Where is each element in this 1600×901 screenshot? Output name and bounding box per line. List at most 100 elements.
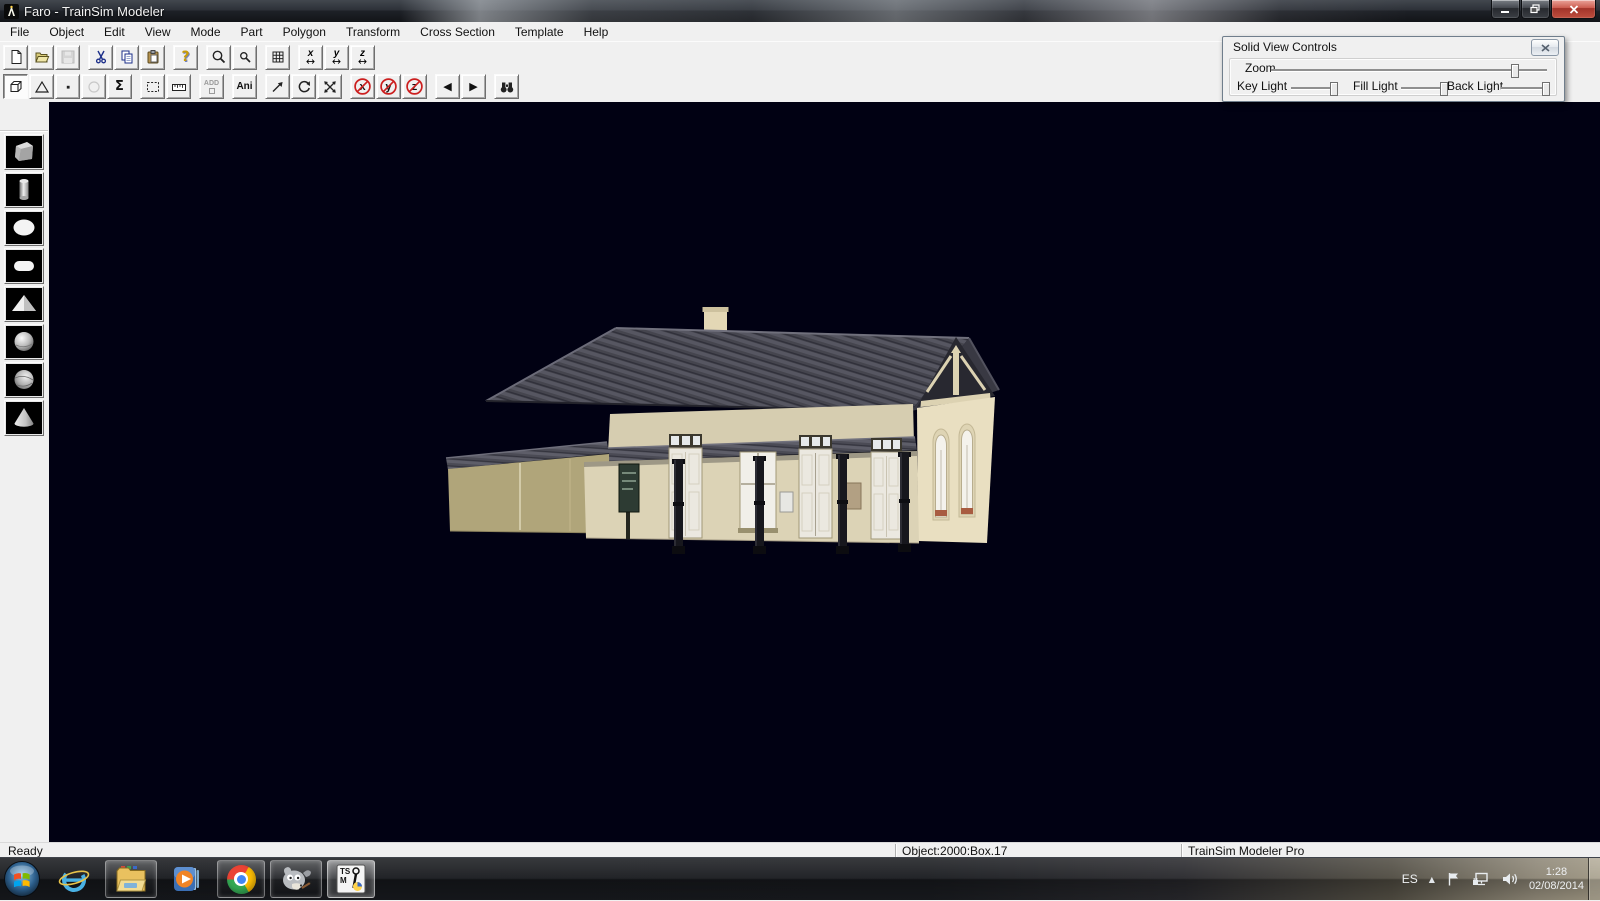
lock-z-button[interactable]: z xyxy=(402,74,427,99)
move-arrow-icon xyxy=(270,79,286,95)
move-tool-button[interactable] xyxy=(265,74,290,99)
lock-y-button[interactable]: y xyxy=(376,74,401,99)
sidebar-tool-ellipsoid[interactable] xyxy=(4,210,44,246)
svg-text:TS: TS xyxy=(340,867,351,876)
show-desktop-button[interactable] xyxy=(1588,858,1600,900)
primitive-toolbar xyxy=(0,102,50,842)
axis-z-button[interactable]: z ↔ xyxy=(350,45,375,70)
paste-button[interactable] xyxy=(140,45,165,70)
zoom-in-button[interactable] xyxy=(206,45,231,70)
sidebar-header xyxy=(0,102,48,131)
cut-icon xyxy=(93,49,109,65)
panel-close-button[interactable] xyxy=(1531,39,1559,56)
menu-mode[interactable]: Mode xyxy=(181,24,231,40)
key-light-slider-thumb[interactable] xyxy=(1330,82,1338,96)
sidebar-tool-capsule[interactable] xyxy=(4,248,44,284)
circle-tool-button[interactable] xyxy=(81,74,106,99)
scale-icon xyxy=(322,79,338,95)
add-part-square xyxy=(209,88,215,94)
start-button[interactable] xyxy=(3,860,41,898)
save-icon xyxy=(60,49,76,65)
window-controls xyxy=(1491,0,1596,19)
capsule-primitive-icon xyxy=(8,252,40,280)
lock-x-button[interactable]: x xyxy=(350,74,375,99)
menu-part[interactable]: Part xyxy=(231,24,273,40)
menu-object[interactable]: Object xyxy=(39,24,94,40)
taskbar-gimp[interactable] xyxy=(270,860,322,898)
fill-light-slider[interactable] xyxy=(1401,87,1445,89)
status-edition: TrainSim Modeler Pro xyxy=(1188,844,1304,858)
taskbar-chrome[interactable] xyxy=(217,860,265,898)
no-symbol-icon xyxy=(379,77,398,96)
point-tool-button[interactable] xyxy=(55,74,80,99)
taskbar-windows-explorer[interactable] xyxy=(105,860,157,898)
sidebar-tool-box[interactable] xyxy=(4,134,44,170)
step-forward-button[interactable]: ▶ xyxy=(461,74,486,99)
left-right-arrow-icon: ↔ xyxy=(332,57,341,66)
step-back-button[interactable]: ◀ xyxy=(435,74,460,99)
gimp-icon xyxy=(279,864,313,894)
clock[interactable]: 1:28 02/08/2014 xyxy=(1529,865,1584,893)
scale-tool-button[interactable] xyxy=(317,74,342,99)
paste-icon xyxy=(145,49,161,65)
sidebar-tool-geosphere[interactable] xyxy=(4,362,44,398)
ruler-button[interactable] xyxy=(166,74,191,99)
menu-file[interactable]: File xyxy=(0,24,39,40)
rotate-tool-button[interactable] xyxy=(291,74,316,99)
zoom-slider-thumb[interactable] xyxy=(1511,64,1519,78)
back-light-slider[interactable] xyxy=(1501,87,1547,89)
menu-help[interactable]: Help xyxy=(574,24,619,40)
menu-template[interactable]: Template xyxy=(505,24,574,40)
taskbar-media-player[interactable] xyxy=(162,860,212,898)
circle-icon xyxy=(86,79,102,95)
zoom-out-button[interactable] xyxy=(232,45,257,70)
close-button[interactable] xyxy=(1551,0,1596,19)
sigma-tool-button[interactable]: Σ xyxy=(107,74,132,99)
find-button[interactable] xyxy=(494,74,519,99)
menu-transform[interactable]: Transform xyxy=(336,24,410,40)
new-button[interactable] xyxy=(3,45,28,70)
box-primitive-icon xyxy=(8,138,40,166)
volume-icon[interactable] xyxy=(1501,871,1518,887)
app-icon xyxy=(4,4,19,19)
sidebar-tool-cone[interactable] xyxy=(4,400,44,436)
sidebar-tool-sphere[interactable] xyxy=(4,324,44,360)
minimize-button[interactable] xyxy=(1491,0,1520,19)
restore-button[interactable] xyxy=(1521,0,1550,19)
marquee-select-button[interactable] xyxy=(140,74,165,99)
back-light-slider-thumb[interactable] xyxy=(1542,82,1550,96)
menu-view[interactable]: View xyxy=(135,24,181,40)
model-viewport[interactable] xyxy=(49,102,1600,842)
action-center-flag-icon[interactable] xyxy=(1446,871,1461,887)
fill-light-slider-label: Fill Light xyxy=(1353,79,1398,93)
menu-cross-section[interactable]: Cross Section xyxy=(410,24,505,40)
add-part-icon: ADD xyxy=(204,80,219,87)
axis-x-button[interactable]: x ↔ xyxy=(298,45,323,70)
taskbar-trainsim-modeler[interactable]: TS M xyxy=(327,860,375,898)
zoom-slider[interactable] xyxy=(1271,69,1547,71)
key-light-slider[interactable] xyxy=(1291,87,1335,89)
show-hidden-icons-button[interactable]: ▲ xyxy=(1429,875,1435,884)
axis-y-button[interactable]: y ↔ xyxy=(324,45,349,70)
sidebar-tool-pyramid[interactable] xyxy=(4,286,44,322)
grid-button[interactable] xyxy=(265,45,290,70)
add-part-button[interactable]: ADD xyxy=(199,74,224,99)
open-button[interactable] xyxy=(29,45,54,70)
sidebar-tool-cylinder[interactable] xyxy=(4,172,44,208)
box-tool-button[interactable] xyxy=(3,74,28,99)
network-icon[interactable] xyxy=(1472,871,1490,887)
menu-polygon[interactable]: Polygon xyxy=(273,24,336,40)
zoom-out-icon xyxy=(237,49,253,65)
menu-edit[interactable]: Edit xyxy=(94,24,135,40)
language-indicator[interactable]: ES xyxy=(1402,872,1418,886)
taskbar-internet-explorer[interactable] xyxy=(48,860,100,898)
close-icon xyxy=(1569,5,1579,14)
save-button[interactable] xyxy=(55,45,80,70)
animate-button[interactable]: Ani xyxy=(232,74,257,99)
solid-view-controls-panel[interactable]: Solid View Controls Zoom Key Light Fill … xyxy=(1222,36,1565,102)
triangle-tool-button[interactable] xyxy=(29,74,54,99)
cut-button[interactable] xyxy=(88,45,113,70)
help-button[interactable]: ? xyxy=(173,45,198,70)
close-icon xyxy=(1541,44,1550,52)
copy-button[interactable] xyxy=(114,45,139,70)
